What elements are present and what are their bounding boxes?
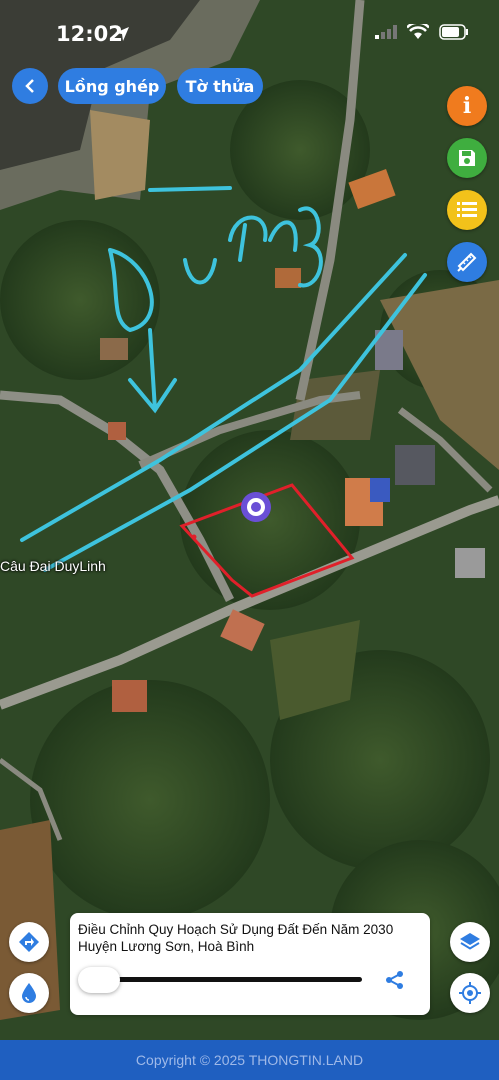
- water-drop-icon: [22, 983, 36, 1003]
- edit-ruler-icon: [457, 252, 477, 272]
- wifi-icon: [406, 21, 430, 45]
- layers-icon: [460, 933, 480, 950]
- info-icon: i: [462, 93, 472, 119]
- chevron-left-icon: [25, 79, 34, 93]
- share-icon: [386, 971, 403, 989]
- directions-icon: [19, 932, 39, 952]
- back-button[interactable]: [12, 68, 48, 104]
- layers-button[interactable]: [450, 922, 490, 962]
- opacity-slider-track[interactable]: [88, 977, 362, 982]
- tab-long-ghep[interactable]: Lồng ghép: [58, 68, 166, 104]
- planning-info-card: Điều Chỉnh Quy Hoạch Sử Dụng Đất Đến Năm…: [70, 913, 430, 1015]
- save-icon: [459, 150, 475, 166]
- signal-icon: [375, 25, 397, 44]
- planning-title: Điều Chỉnh Quy Hoạch Sử Dụng Đất Đến Năm…: [78, 922, 394, 954]
- battery-icon: [439, 24, 469, 45]
- my-location-icon: [459, 982, 481, 1004]
- save-button[interactable]: [447, 138, 487, 178]
- my-location-button[interactable]: [450, 973, 490, 1013]
- opacity-slider-thumb[interactable]: [78, 967, 120, 993]
- list-button[interactable]: [447, 190, 487, 230]
- share-button[interactable]: [382, 967, 408, 993]
- map-place-label: Câu Đai DuyLinh: [0, 558, 106, 574]
- directions-button[interactable]: [9, 922, 49, 962]
- status-bar: 12:02: [0, 18, 499, 50]
- tab-to-thua[interactable]: Tờ thửa: [177, 68, 263, 104]
- edit-ruler-button[interactable]: [447, 242, 487, 282]
- status-time: 12:02: [56, 22, 123, 46]
- satellite-map[interactable]: [0, 0, 499, 1040]
- water-button[interactable]: [9, 973, 49, 1013]
- info-button[interactable]: i: [447, 86, 487, 126]
- location-arrow-icon: [114, 26, 130, 47]
- copyright-footer: Copyright © 2025 THONGTIN.LAND: [0, 1040, 499, 1080]
- list-icon: [457, 202, 477, 217]
